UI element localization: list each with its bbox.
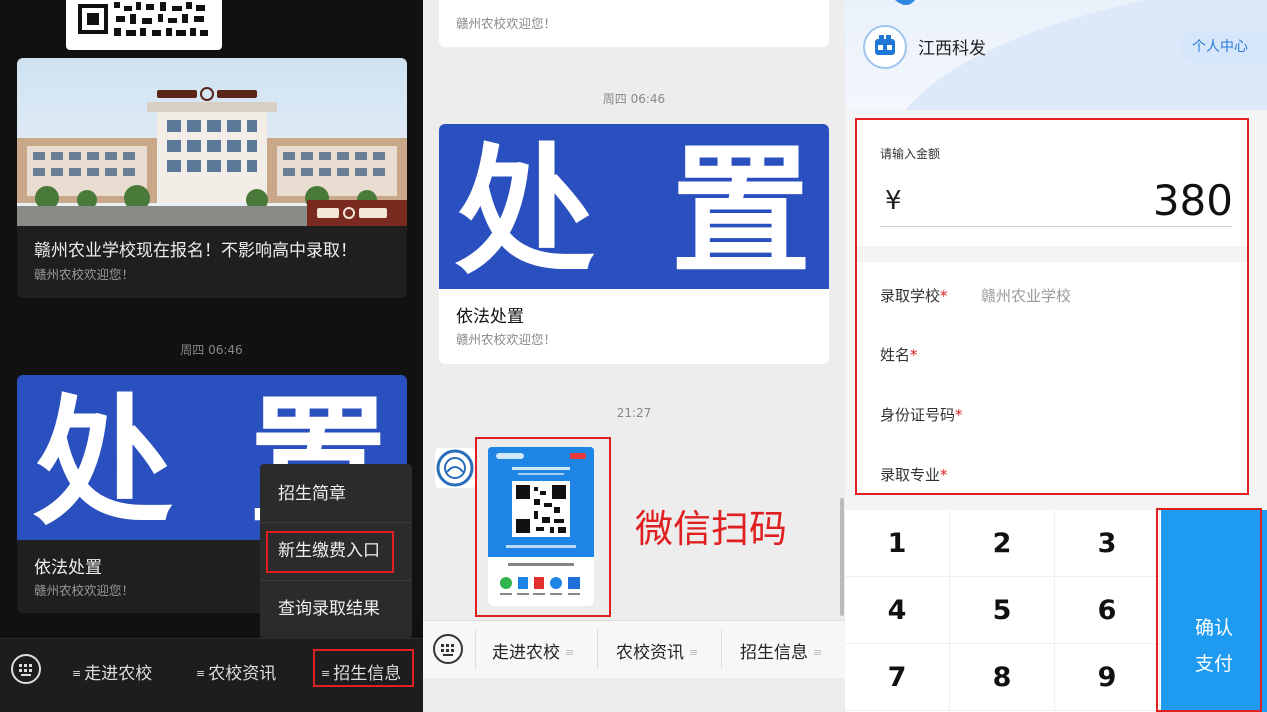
key-1[interactable]: 1 xyxy=(845,510,950,577)
nav-item-news[interactable]: 农校资讯 ≡ xyxy=(616,638,701,663)
payment-header: 江西科发 个人中心 xyxy=(845,0,1267,110)
card-subtitle: 赣州农校欢迎您！ xyxy=(456,16,557,31)
card-title: 依法处置 xyxy=(34,558,102,578)
school-building-photo xyxy=(17,58,407,226)
banner-char: 处 xyxy=(33,381,174,540)
keyboard-icon[interactable] xyxy=(11,654,41,684)
menu-item-admission-brochure[interactable]: 招生简章 xyxy=(260,466,412,522)
card-title: 赣州农业学校现在报名！不影响高中录取！ xyxy=(34,241,357,261)
article-card-partial[interactable]: 赣州农校欢迎您！ xyxy=(439,0,829,47)
bottom-menu-bar: 走进农校 ≡ 农校资讯 ≡ 招生信息 ≡ xyxy=(423,620,845,678)
chat-timestamp: 21:27 xyxy=(616,406,652,420)
card-subtitle: 赣州农校欢迎您！ xyxy=(34,583,135,598)
key-6[interactable]: 6 xyxy=(1055,577,1160,644)
nav-label: 走进农校 xyxy=(492,643,560,663)
nav-label: 农校资讯 xyxy=(208,664,277,684)
divider xyxy=(721,629,722,669)
menu-lines-icon: ≡ xyxy=(689,646,699,659)
panel-payment-form: 江西科发 个人中心 请输入金额 ¥ 380 录取学校* 赣州农业学校 姓名* 身… xyxy=(845,0,1267,712)
key-2[interactable]: 2 xyxy=(950,510,1055,577)
annotation-text: 微信扫码 xyxy=(635,507,788,551)
menu-item-admission-results[interactable]: 查询录取结果 xyxy=(260,581,412,637)
key-9[interactable]: 9 xyxy=(1055,644,1160,711)
nav-item-admissions[interactable]: 招生信息 ≡ xyxy=(740,638,825,663)
nav-item-about[interactable]: 走进农校 ≡ xyxy=(492,638,577,663)
key-8[interactable]: 8 xyxy=(950,644,1055,711)
key-7[interactable]: 7 xyxy=(845,644,950,711)
divider xyxy=(475,629,476,669)
panel-light-chat: 赣州农校欢迎您！ 周四 06:46 处 置 依法处置 赣州农校欢迎您！ 21:2… xyxy=(423,0,845,712)
brand-logo-icon xyxy=(863,25,907,69)
chat-timestamp: 周四 06:46 xyxy=(180,343,243,357)
article-card-legal[interactable]: 处 置 依法处置 赣州农校欢迎您！ xyxy=(439,124,829,364)
banner-char: 置 xyxy=(671,130,812,289)
menu-lines-icon: ≡ xyxy=(196,667,206,680)
numeric-keypad: 1 2 3 4 5 6 7 8 9 xyxy=(845,510,1161,712)
keyboard-icon[interactable] xyxy=(433,634,463,664)
qr-code-image xyxy=(66,0,222,50)
article-card-enrollment[interactable]: 赣州农业学校现在报名！不影响高中录取！ 赣州农校欢迎您！ xyxy=(17,58,407,298)
nav-item-news[interactable]: ≡ 农校资讯 xyxy=(196,659,276,684)
menu-lines-icon: ≡ xyxy=(813,646,823,659)
key-3[interactable]: 3 xyxy=(1055,510,1160,577)
nav-item-about[interactable]: ≡ 走进农校 xyxy=(72,659,152,684)
card-subtitle: 赣州农校欢迎您！ xyxy=(456,332,557,347)
nav-label: 走进农校 xyxy=(84,664,153,684)
highlight-box xyxy=(313,649,414,687)
brand-name: 江西科发 xyxy=(918,39,986,59)
chat-timestamp: 周四 06:46 xyxy=(602,92,666,106)
card-subtitle: 赣州农校欢迎您！ xyxy=(34,267,135,282)
menu-lines-icon: ≡ xyxy=(565,646,575,659)
nav-label: 农校资讯 xyxy=(616,643,684,663)
school-logo-avatar[interactable] xyxy=(435,448,475,488)
profile-center-button[interactable]: 个人中心 xyxy=(1180,31,1267,63)
highlight-box xyxy=(1156,508,1262,712)
divider xyxy=(597,629,598,669)
menu-lines-icon: ≡ xyxy=(72,667,82,680)
scrollbar[interactable] xyxy=(840,498,844,616)
highlight-box xyxy=(475,437,611,617)
highlight-box xyxy=(855,118,1249,495)
nav-label: 招生信息 xyxy=(740,643,808,663)
banner-char: 处 xyxy=(455,130,596,289)
key-4[interactable]: 4 xyxy=(845,577,950,644)
panel-dark-chat: 赣州农业学校现在报名！不影响高中录取！ 赣州农校欢迎您！ 周四 06:46 处 … xyxy=(0,0,423,712)
key-5[interactable]: 5 xyxy=(950,577,1055,644)
banner-image: 处 置 xyxy=(439,124,829,289)
card-title: 依法处置 xyxy=(456,307,524,327)
highlight-box xyxy=(266,531,394,573)
